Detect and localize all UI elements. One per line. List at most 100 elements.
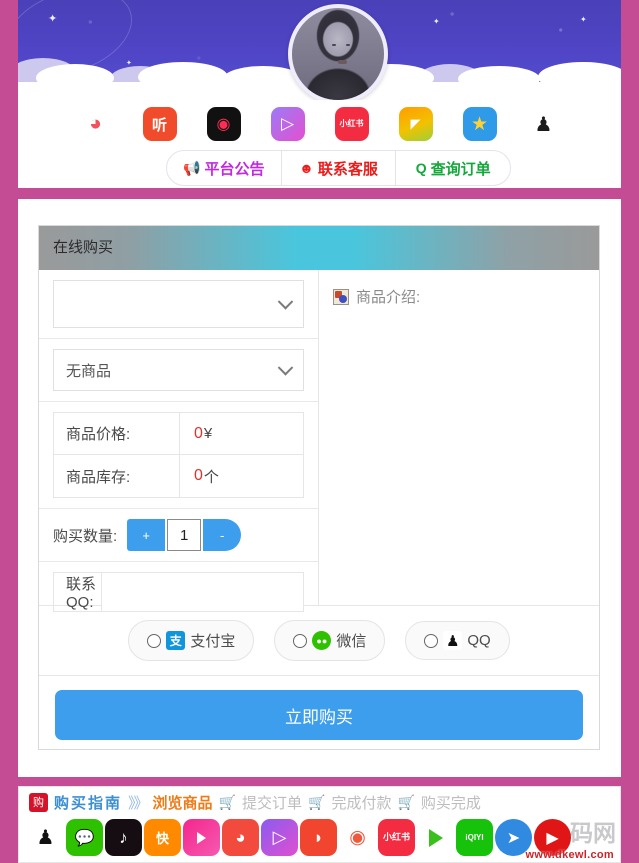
app-icon-iqiyi[interactable]: iQIYI	[456, 819, 493, 856]
contact-qq-label: 联系QQ:	[54, 573, 102, 611]
header-app-icon-strip: ◕ 听 ◉ ▷ 小红书 ◤ ★ ♟	[18, 100, 621, 148]
search-icon: Q	[415, 160, 427, 176]
star-icon: ✦	[580, 15, 587, 24]
product-intro-column: 商品介绍:	[319, 270, 599, 605]
alipay-icon: 支	[166, 631, 186, 650]
app-icon-weibo[interactable]: ◉	[339, 819, 376, 856]
cart-badge-icon: 购	[29, 792, 48, 812]
contact-qq-row: 联系QQ:	[39, 562, 318, 622]
nav-query-order[interactable]: Q 查询订单	[395, 151, 510, 185]
payment-wechat-label: 微信	[336, 633, 367, 650]
nav-query-order-label: 查询订单	[430, 160, 491, 178]
stock-amount: 0	[194, 467, 203, 484]
contact-qq-input[interactable]	[102, 573, 303, 611]
stock-label: 商品库存:	[54, 455, 180, 497]
nav-announcement-label: 平台公告	[204, 160, 265, 178]
app-icon-bilibili[interactable]: ▷	[270, 107, 305, 141]
banner: ✦ ✦ ✦ ✦	[18, 0, 621, 100]
app-icon-huoshan[interactable]: ◗	[300, 819, 337, 856]
price-value: 0 ¥	[180, 413, 303, 454]
payment-qq-label: QQ	[467, 632, 491, 649]
ting-icon: 听	[151, 116, 167, 134]
app-icon-kuaishou[interactable]: ◉	[206, 107, 241, 141]
category-select-row	[39, 270, 318, 339]
app-icon-yiyuan[interactable]: ◕	[222, 819, 259, 856]
app-icon-xiaohongshu[interactable]: 小红书	[378, 819, 415, 856]
quantity-decrease-button[interactable]: -	[203, 519, 242, 551]
headset-icon: ☻	[299, 160, 314, 176]
stock-row: 商品库存: 0 个	[54, 455, 303, 497]
watermark-chinese: 码网	[570, 820, 616, 846]
chevron-down-icon	[277, 294, 294, 310]
star-icon: ★	[470, 113, 489, 135]
play-circle-icon: ◉	[216, 116, 231, 133]
broken-image-icon	[333, 288, 349, 305]
payment-wechat[interactable]: ●● 微信	[274, 620, 386, 661]
avatar[interactable]	[288, 4, 388, 100]
panel-body: 无商品 商品价格: 0 ¥ 商品库存: 0 个 购买数量: + 1 - 联系QQ…	[39, 270, 599, 612]
price-stock-row: 商品价格: 0 ¥ 商品库存: 0 个	[39, 402, 318, 509]
contact-qq-field: 联系QQ:	[53, 572, 304, 612]
app-icon-douyu[interactable]: ◤	[398, 107, 433, 141]
price-label: 商品价格:	[54, 413, 180, 454]
star-icon: ✦	[433, 17, 440, 26]
cart-icon: 🛒	[218, 793, 236, 810]
xiaohongshu-icon: 小红书	[339, 118, 364, 128]
app-icon-ting[interactable]: 听	[142, 107, 177, 141]
radio-qq[interactable]	[424, 633, 439, 648]
app-icon-xigua[interactable]	[417, 819, 454, 856]
yiyuan-icon: ◕	[89, 112, 102, 135]
star-icon: ✦	[48, 13, 58, 25]
app-icon-xiaohongshu[interactable]: 小红书	[334, 107, 369, 141]
product-select-row: 无商品	[39, 339, 318, 402]
buy-button-row: 立即购买	[39, 675, 599, 754]
stock-value: 0 个	[180, 455, 303, 497]
price-stock-table: 商品价格: 0 ¥ 商品库存: 0 个	[53, 412, 304, 498]
product-select[interactable]: 无商品	[53, 349, 304, 391]
payment-qq[interactable]: ♟ QQ	[405, 621, 510, 660]
stock-unit: 个	[203, 468, 219, 486]
header-card: ✦ ✦ ✦ ✦ ◕ 听 ◉ ▷ 小红书 ◤ ★ ♟ 📢 平台公告 ☻ 联系客服 …	[18, 0, 621, 188]
app-icon-wechat[interactable]: 💬	[66, 819, 103, 856]
nav-announcement[interactable]: 📢 平台公告	[167, 151, 281, 185]
step-browse: 浏览商品	[152, 794, 213, 812]
step-guide-label: 购买指南	[54, 794, 123, 812]
nav-contact-support[interactable]: ☻ 联系客服	[280, 151, 396, 185]
step-complete-payment: 完成付款	[331, 794, 392, 812]
play-icon	[197, 831, 206, 844]
product-select-value: 无商品	[66, 362, 112, 380]
app-icon-qq[interactable]: ♟	[526, 107, 561, 141]
price-unit: ¥	[203, 425, 213, 442]
category-select[interactable]	[53, 280, 304, 328]
app-icon-meipai[interactable]	[183, 819, 220, 856]
double-chevron-icon: 》》	[128, 794, 148, 812]
product-intro-header: 商品介绍:	[333, 286, 585, 307]
radio-wechat[interactable]	[293, 633, 308, 648]
chevron-down-icon	[277, 360, 294, 376]
app-icon-bilibili[interactable]: ▷	[261, 819, 298, 856]
qq-penguin-icon: ♟	[534, 113, 553, 136]
page-root: ✦ ✦ ✦ ✦ ◕ 听 ◉ ▷ 小红书 ◤ ★ ♟ 📢 平台公告 ☻ 联系客服 …	[0, 0, 639, 863]
app-icon-douyin[interactable]: ♪	[105, 819, 142, 856]
cart-icon: 🛒	[397, 793, 415, 810]
payment-alipay[interactable]: 支 支付宝	[128, 620, 255, 661]
avatar-image	[292, 8, 384, 100]
radio-alipay[interactable]	[147, 633, 162, 648]
purchase-steps: 购 购买指南 》》 浏览商品 🛒 提交订单 🛒 完成付款 🛒 购买完成	[19, 787, 620, 817]
purchase-form-column: 无商品 商品价格: 0 ¥ 商品库存: 0 个 购买数量: + 1 - 联系QQ…	[39, 270, 319, 612]
app-icon-yiyuan[interactable]: ◕	[78, 107, 113, 141]
watermark: www.dkewl.com	[525, 849, 614, 861]
triangle-play-icon: ▷	[280, 114, 295, 133]
quantity-increase-button[interactable]: +	[127, 519, 166, 551]
quantity-input[interactable]	[167, 519, 202, 551]
main-card: 在线购买 无商品 商品价格: 0 ¥ 商品库存: 0 个 购买数量: + 1 -…	[18, 199, 621, 777]
step-purchase-done: 购买完成	[420, 794, 481, 812]
wechat-icon: ●●	[312, 631, 332, 650]
app-icon-qq[interactable]: ♟	[27, 819, 64, 856]
panel-title: 在线购买	[39, 226, 599, 270]
qq-penguin-icon: ♟	[443, 631, 463, 650]
app-icon-kuaishou[interactable]: 快	[144, 819, 181, 856]
payment-alipay-label: 支付宝	[190, 633, 236, 650]
buy-now-button[interactable]: 立即购买	[55, 690, 583, 740]
app-icon-star[interactable]: ★	[462, 107, 497, 141]
